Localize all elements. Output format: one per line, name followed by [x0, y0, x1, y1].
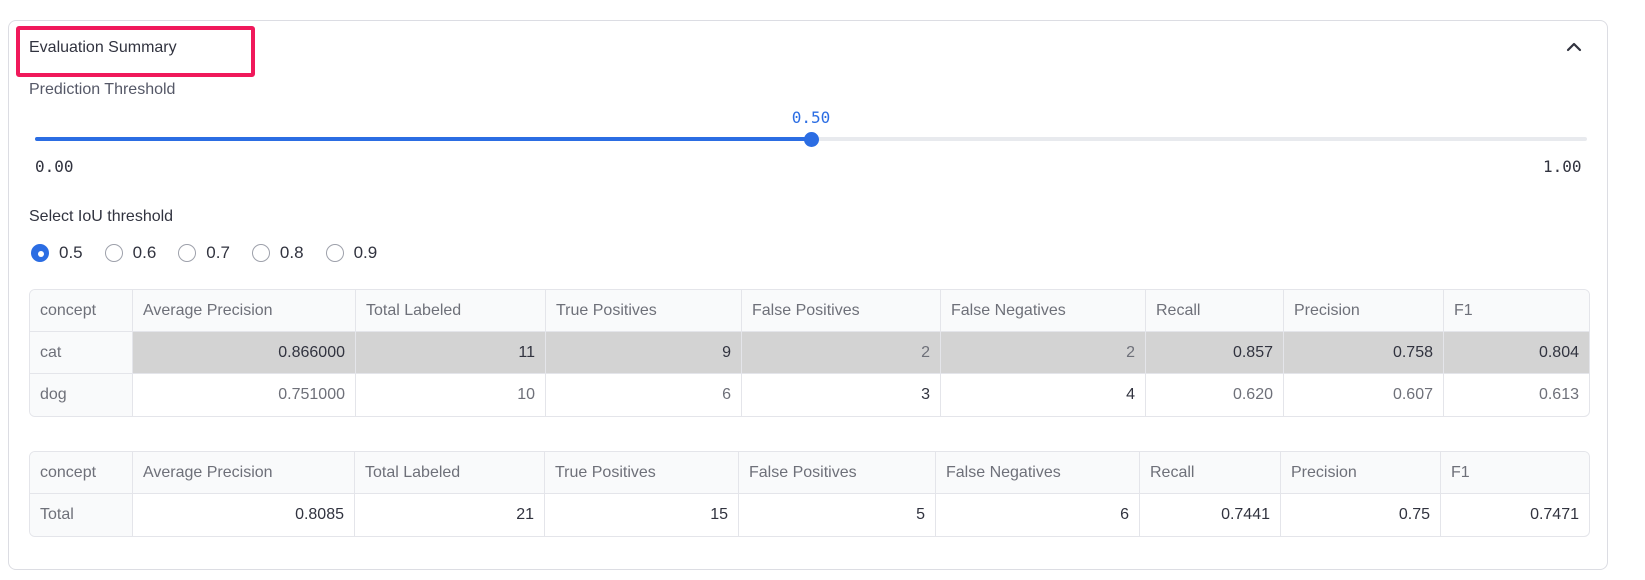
table-cell: 9 — [546, 332, 742, 374]
table-row: dog 0.751000 10 6 3 4 0.620 0.607 0.613 — [30, 374, 1589, 416]
radio-label: 0.5 — [59, 243, 83, 262]
iou-option-0-6[interactable]: 0.6 — [104, 243, 157, 263]
radio-label: 0.6 — [132, 243, 157, 262]
expander-title[interactable]: Evaluation Summary — [29, 39, 177, 57]
table-cell: 11 — [356, 332, 546, 374]
column-header[interactable]: Recall — [1146, 290, 1284, 332]
table-cell: 6 — [936, 494, 1140, 536]
slider-label: Prediction Threshold — [29, 81, 176, 98]
column-header[interactable]: concept — [30, 452, 133, 494]
total-metrics-table: concept Average Precision Total Labeled Tru… — [29, 451, 1590, 537]
concept-metrics-table: concept Average Precision Total Labeled Tru… — [29, 289, 1590, 417]
column-header[interactable]: False Positives — [742, 290, 941, 332]
table-cell: 15 — [545, 494, 739, 536]
column-header[interactable]: concept — [30, 290, 133, 332]
iou-radio-group: 0.5 0.6 0.7 0.8 0.9 — [31, 243, 399, 263]
radio-circle[interactable] — [325, 244, 344, 262]
table-cell: 21 — [355, 494, 545, 536]
radio-circle[interactable] — [251, 244, 270, 262]
radio-circle[interactable] — [178, 244, 197, 262]
iou-option-0-7[interactable]: 0.7 — [178, 243, 230, 263]
column-header[interactable]: Precision — [1281, 452, 1441, 494]
row-header: cat — [30, 332, 133, 374]
column-header[interactable]: True Positives — [545, 452, 739, 494]
column-header[interactable]: F1 — [1444, 290, 1589, 332]
table-cell: 0.7471 — [1530, 506, 1579, 523]
column-header[interactable]: Average Precision — [133, 290, 356, 332]
table-cell: 0.8085 — [133, 494, 355, 536]
table-cell: 0.7441 — [1140, 494, 1281, 536]
table-cell: 2 — [941, 332, 1146, 374]
radio-label: 0.7 — [206, 243, 230, 262]
row-header: dog — [30, 374, 133, 416]
column-header[interactable]: Total Labeled — [356, 290, 546, 332]
table-cell: 3 — [742, 374, 941, 416]
table-cell: 2 — [742, 332, 941, 374]
radio-label: 0.8 — [279, 243, 304, 262]
column-header[interactable]: Recall — [1140, 452, 1281, 494]
slider-min-label: 0.00 — [35, 157, 74, 176]
table-cell: 5 — [739, 494, 936, 536]
column-header[interactable]: False Negatives — [941, 290, 1146, 332]
table-cell: 0.758 — [1284, 332, 1444, 374]
slider-value: 0.50 — [791, 108, 831, 127]
radio-label: 0.9 — [353, 243, 378, 262]
column-header[interactable]: False Positives — [739, 452, 936, 494]
slider-max-label: 1.00 — [1543, 157, 1582, 176]
slider-fill — [35, 137, 811, 141]
row-header: Total — [30, 494, 133, 536]
table-cell: 0.613 — [1538, 386, 1579, 403]
table-cell: 0.620 — [1146, 374, 1284, 416]
column-header[interactable]: True Positives — [546, 290, 742, 332]
column-header[interactable]: F1 — [1441, 452, 1589, 494]
table-cell: 6 — [546, 374, 742, 416]
table-cell: 0.866000 — [133, 332, 356, 374]
column-header[interactable]: Total Labeled — [355, 452, 545, 494]
table-cell: 4 — [941, 374, 1146, 416]
iou-option-0-9[interactable]: 0.9 — [325, 243, 378, 263]
radio-circle[interactable] — [104, 244, 123, 262]
table-cell: 0.804 — [1444, 332, 1589, 374]
table-cell: 0.75 — [1281, 494, 1441, 536]
table-cell: 10 — [356, 374, 546, 416]
table-cell: 0.751000 — [133, 374, 356, 416]
table-row: cat 0.866000 11 9 2 2 0.857 0.758 0.804 — [30, 332, 1589, 374]
table-cell: 0.607 — [1284, 374, 1444, 416]
column-header[interactable]: False Negatives — [936, 452, 1140, 494]
table-row: Total 0.8085 21 15 5 6 0.7441 0.75 0.7471 — [30, 494, 1589, 536]
slider-thumb[interactable] — [803, 132, 819, 147]
column-header[interactable]: Average Precision — [133, 452, 355, 494]
iou-option-0-5[interactable]: 0.5 — [31, 243, 83, 263]
iou-label: Select IoU threshold — [29, 208, 174, 225]
chevron-up-icon[interactable] — [1565, 38, 1583, 56]
radio-circle[interactable] — [31, 244, 49, 262]
column-header[interactable]: Precision — [1284, 290, 1444, 332]
table-cell: 0.857 — [1146, 332, 1284, 374]
iou-option-0-8[interactable]: 0.8 — [251, 243, 304, 263]
